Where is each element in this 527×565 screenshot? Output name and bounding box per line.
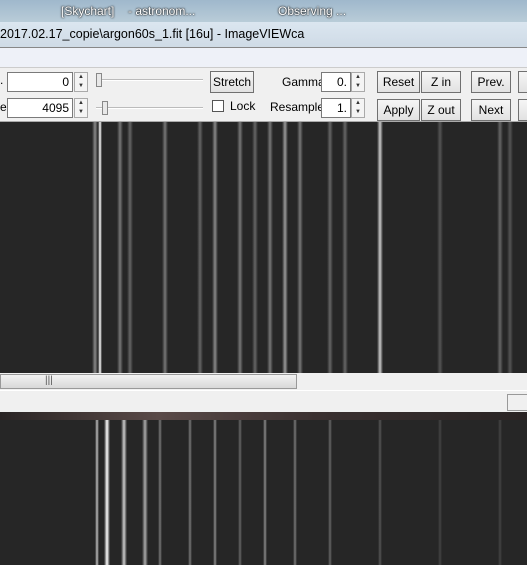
status-bar <box>0 390 527 412</box>
stretch-button[interactable]: Stretch <box>210 71 254 93</box>
gamma-label: Gamma <box>282 75 325 89</box>
spectrum-image[interactable] <box>0 122 527 373</box>
zoom-out-button[interactable]: Z out <box>421 99 461 121</box>
title-bar: 2017.02.17_copie\argon60s_1.fit [16u] - … <box>0 22 527 48</box>
next-button[interactable]: Next <box>471 99 511 121</box>
min-slider-thumb[interactable] <box>96 73 102 87</box>
menu-bar <box>0 48 527 68</box>
min-value-input[interactable]: 0 <box>7 72 73 92</box>
resample-input[interactable]: 1. <box>321 98 351 118</box>
spectrum-image-2[interactable] <box>0 420 527 565</box>
min-slider-track[interactable] <box>96 79 203 81</box>
extra-button-bottom[interactable] <box>518 99 527 121</box>
max-label: e <box>0 100 7 114</box>
apply-button[interactable]: Apply <box>377 99 420 121</box>
max-value-input[interactable]: 4095 <box>7 98 73 118</box>
reset-button[interactable]: Reset <box>377 71 420 93</box>
max-spinner[interactable]: ▲ ▼ <box>74 98 88 118</box>
extra-button-top[interactable] <box>518 71 527 93</box>
profile-strip <box>0 412 527 420</box>
max-slider-track[interactable] <box>96 107 203 109</box>
scrollbar-thumb[interactable]: ||| <box>0 374 297 389</box>
taskbar-item-observing[interactable]: Observing ... <box>278 4 346 18</box>
prev-button[interactable]: Prev. <box>471 71 511 93</box>
min-label: . <box>0 73 4 87</box>
window-title: 2017.02.17_copie\argon60s_1.fit [16u] - … <box>0 27 305 41</box>
max-slider-thumb[interactable] <box>102 101 108 115</box>
lock-checkbox[interactable] <box>212 100 224 112</box>
gamma-input[interactable]: 0. <box>321 72 351 92</box>
lock-label: Lock <box>230 99 256 113</box>
taskbar-item-skychart[interactable]: [Skychart] <box>61 4 114 18</box>
zoom-in-button[interactable]: Z in <box>421 71 461 93</box>
status-panel <box>507 394 527 411</box>
horizontal-scrollbar[interactable]: ||| <box>0 373 527 390</box>
taskbar-item-astronom[interactable]: - astronom... <box>128 4 195 18</box>
scrollbar-grip: ||| <box>45 375 53 386</box>
taskbar: [Skychart] - astronom... Observing ... <box>0 0 527 22</box>
toolbar: . 0 ▲ ▼ e 4095 ▲ ▼ Stretch Lock Gamma 0. ▲… <box>0 68 527 122</box>
resample-spinner[interactable]: ▲ ▼ <box>351 98 365 118</box>
gamma-spinner[interactable]: ▲ ▼ <box>351 72 365 92</box>
min-spinner[interactable]: ▲ ▼ <box>74 72 88 92</box>
resample-label: Resample <box>270 100 325 114</box>
